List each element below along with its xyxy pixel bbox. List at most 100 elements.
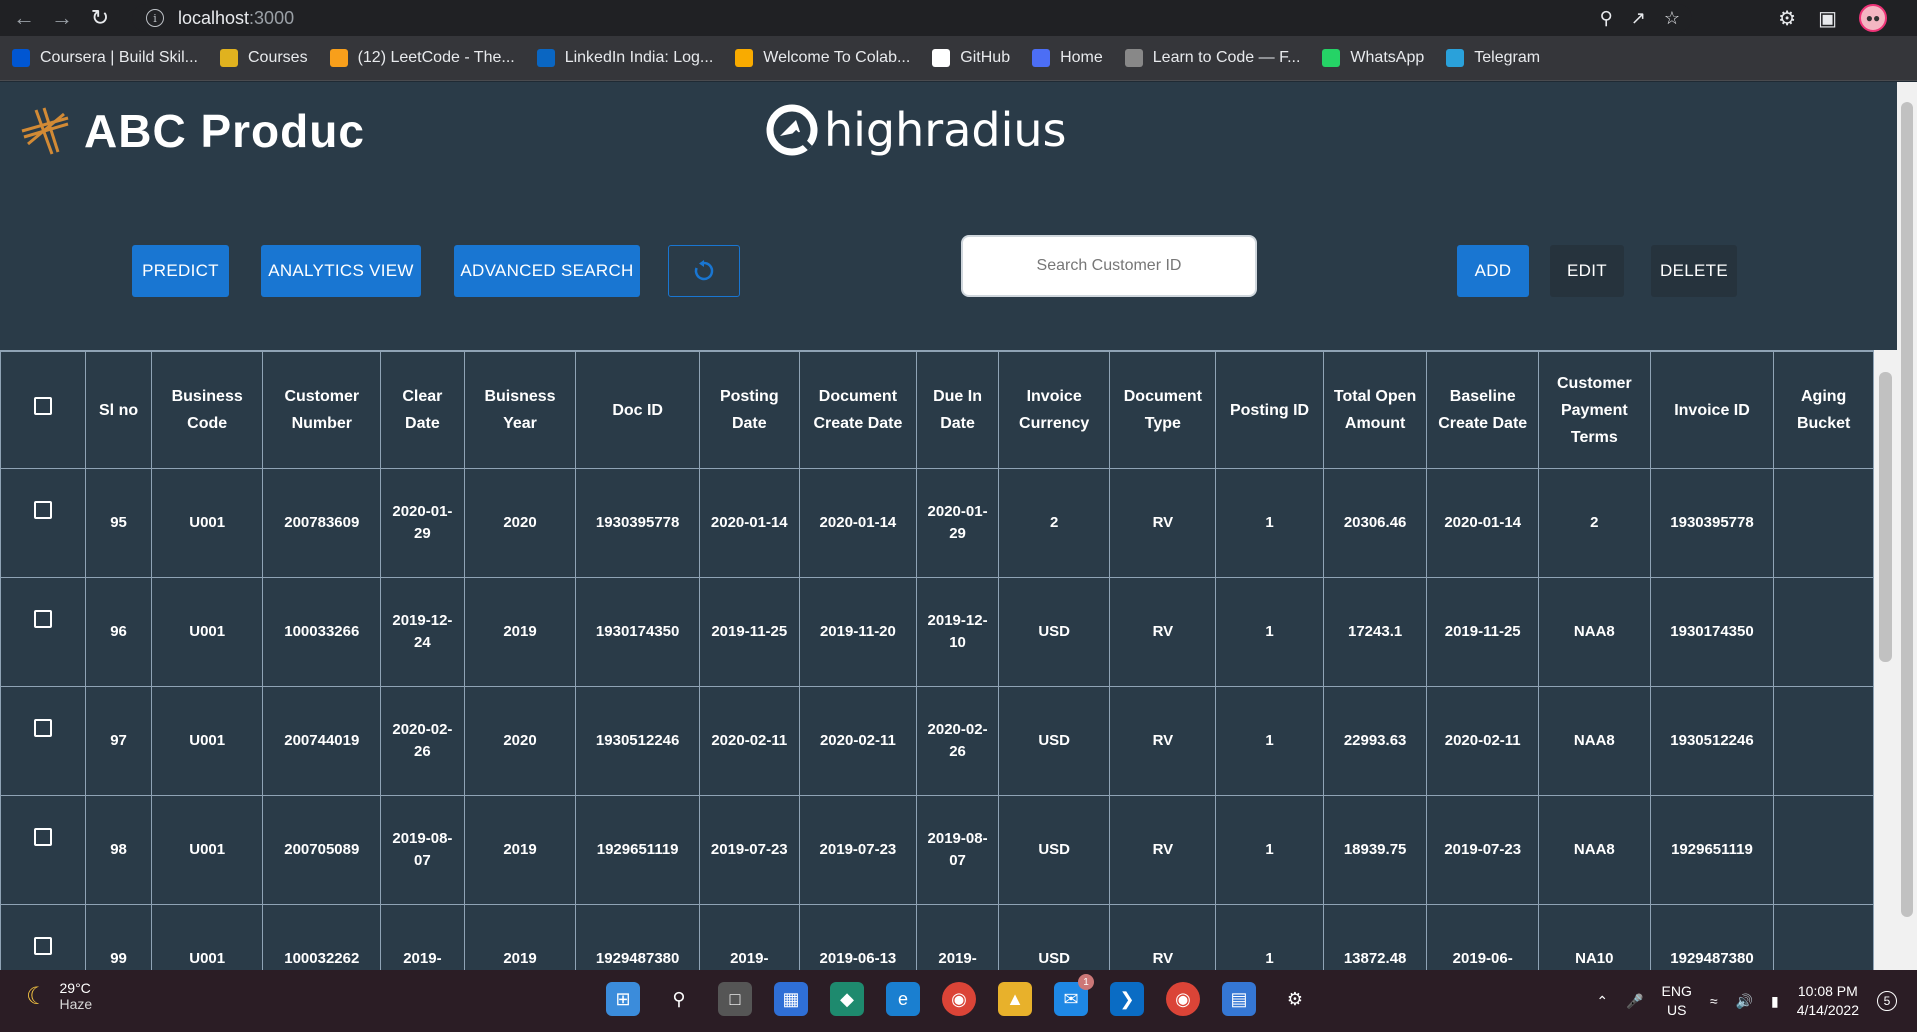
analytics-view-button[interactable]: ANALYTICS VIEW — [261, 245, 421, 297]
store-icon[interactable]: ▦ — [774, 982, 808, 1016]
column-header[interactable]: Posting Date — [698, 351, 800, 469]
site-info-icon[interactable]: i — [146, 9, 164, 27]
column-header[interactable]: Document Create Date — [798, 351, 918, 469]
row-checkbox[interactable] — [34, 501, 53, 519]
leetcode-icon — [329, 49, 348, 67]
edit-button[interactable]: EDIT — [1550, 245, 1624, 297]
predict-button[interactable]: PREDICT — [132, 245, 229, 297]
column-header[interactable]: Document Type — [1109, 351, 1217, 469]
table-cell: USD — [997, 904, 1111, 970]
table-cell: 1 — [1215, 468, 1324, 578]
clock[interactable]: 10:08 PM 4/14/2022 — [1797, 982, 1859, 1020]
select-all-checkbox[interactable] — [34, 396, 53, 415]
bookmark-item[interactable]: (12) LeetCode - The... — [329, 49, 515, 67]
search-icon[interactable]: ⚲ — [662, 982, 696, 1016]
chrome-profile-icon[interactable]: ◉ — [1166, 982, 1200, 1016]
table-scrollbar[interactable] — [1874, 350, 1897, 970]
column-header[interactable]: Doc ID — [575, 351, 700, 469]
table-row[interactable]: 98 U001 200705089 2019-08-07 2019 1929651119 2… — [0, 795, 1874, 905]
column-header[interactable]: Customer Payment Terms — [1537, 351, 1651, 469]
column-header[interactable]: Invoice ID — [1649, 351, 1775, 469]
row-checkbox[interactable] — [34, 719, 53, 737]
table-cell: 2020-01-14 — [698, 468, 800, 578]
bookmark-star-icon[interactable]: ☆ — [1664, 8, 1680, 29]
column-header[interactable]: Customer Number — [262, 351, 382, 469]
bookmark-item[interactable]: Courses — [220, 49, 308, 67]
notepad-icon[interactable]: ▤ — [1222, 982, 1256, 1016]
bookmark-item[interactable]: Welcome To Colab... — [735, 49, 910, 67]
column-header[interactable]: Business Code — [150, 351, 264, 469]
column-header[interactable]: Invoice Currency — [997, 351, 1111, 469]
page-scrollbar[interactable] — [1897, 82, 1917, 970]
row-checkbox[interactable] — [34, 937, 53, 955]
table-cell: 1930174350 — [1649, 577, 1775, 687]
profile-avatar[interactable]: ●● — [1859, 4, 1887, 32]
wifi-icon[interactable]: ≈ — [1710, 993, 1718, 1009]
column-header[interactable]: Buisness Year — [463, 351, 577, 469]
task-view-icon[interactable]: □ — [718, 982, 752, 1016]
table-cell: NAA8 — [1537, 795, 1651, 905]
row-select-cell — [0, 468, 87, 578]
add-button[interactable]: ADD — [1457, 245, 1529, 297]
weather-condition: Haze — [59, 996, 93, 1012]
back-arrow-icon[interactable]: ← — [10, 4, 38, 32]
table-cell: 1 — [1215, 686, 1324, 796]
chevron-up-icon[interactable]: ⌃ — [1596, 993, 1608, 1010]
address-bar[interactable]: i localhost:3000 ⚲ ↗ ☆ — [132, 4, 1692, 32]
bookmark-item[interactable]: Learn to Code — F... — [1124, 49, 1300, 67]
bookmark-item[interactable]: LinkedIn India: Log... — [536, 49, 713, 67]
vscode-icon[interactable]: ❯ — [1110, 982, 1144, 1016]
bookmark-item[interactable]: Home — [1032, 49, 1103, 67]
row-checkbox[interactable] — [34, 828, 53, 846]
column-header[interactable]: Due In Date — [916, 351, 999, 469]
bookmark-item[interactable]: GitHub — [932, 49, 1010, 67]
zoom-icon[interactable]: ⚲ — [1600, 8, 1613, 29]
delete-button[interactable]: DELETE — [1651, 245, 1737, 297]
table-cell: 2019-12-10 — [916, 577, 999, 687]
column-header[interactable]: Clear Date — [380, 351, 465, 469]
table-row[interactable]: 99 U001 100032262 2019- 2019 1929487380 2019- 2… — [0, 904, 1874, 970]
url-text[interactable]: localhost:3000 — [178, 8, 294, 29]
file-explorer-icon[interactable]: ▲ — [998, 982, 1032, 1016]
forward-arrow-icon[interactable]: → — [48, 4, 76, 32]
table-cell: 2020-01-29 — [916, 468, 999, 578]
table-row[interactable]: 95 U001 200783609 2020-01-29 2020 1930395778 2… — [0, 468, 1874, 578]
whatsapp-icon — [1322, 49, 1341, 67]
colab-icon — [735, 49, 754, 67]
share-icon[interactable]: ↗ — [1631, 8, 1646, 29]
start-icon[interactable]: ⊞ — [606, 982, 640, 1016]
table-cell: 2019-06-13 — [798, 904, 918, 970]
bookmark-item[interactable]: WhatsApp — [1322, 49, 1424, 67]
reload-icon[interactable]: ↻ — [86, 4, 114, 32]
advanced-search-button[interactable]: ADVANCED SEARCH — [454, 245, 640, 297]
battery-icon[interactable]: ▮ — [1771, 993, 1779, 1010]
table-row[interactable]: 97 U001 200744019 2020-02-26 2020 1930512246 2… — [0, 686, 1874, 796]
security-icon[interactable]: ◆ — [830, 982, 864, 1016]
mail-icon[interactable]: ✉ 1 — [1054, 974, 1094, 1016]
search-customer-input[interactable]: Search Customer ID — [961, 235, 1257, 297]
weather-widget[interactable]: ☾ 29°C Haze — [26, 980, 92, 1012]
column-header[interactable]: Total Open Amount — [1322, 351, 1428, 469]
volume-icon[interactable]: 🔊 — [1736, 993, 1753, 1010]
table-cell: 1 — [1215, 904, 1324, 970]
refresh-icon — [694, 260, 714, 281]
bookmark-item[interactable]: Coursera | Build Skil... — [12, 49, 198, 67]
chrome-icon[interactable]: ◉ — [942, 982, 976, 1016]
column-header[interactable]: Baseline Create Date — [1426, 351, 1539, 469]
microphone-icon[interactable]: 🎤 — [1626, 993, 1643, 1010]
column-header[interactable]: Sl no — [85, 351, 152, 469]
column-header[interactable]: Aging Bucket — [1773, 351, 1874, 469]
language-indicator[interactable]: ENG US — [1662, 982, 1692, 1020]
notification-badge[interactable]: 5 — [1877, 991, 1897, 1011]
edge-icon[interactable]: e — [886, 982, 920, 1016]
refresh-button[interactable] — [668, 245, 740, 297]
table-row[interactable]: 96 U001 100033266 2019-12-24 2019 1930174350 2… — [0, 577, 1874, 687]
column-header[interactable]: Posting ID — [1215, 351, 1324, 469]
settings-gear-icon[interactable]: ⚙ — [1278, 982, 1312, 1016]
side-panel-icon[interactable]: ▣ — [1818, 6, 1837, 31]
extensions-icon[interactable]: ⚙ — [1778, 6, 1796, 31]
bookmark-item[interactable]: Telegram — [1446, 49, 1540, 67]
row-checkbox[interactable] — [34, 610, 53, 628]
bookmark-label: (12) LeetCode - The... — [357, 49, 515, 66]
invoice-table: Sl no Business Code Customer Number Clear D… — [0, 351, 1874, 970]
